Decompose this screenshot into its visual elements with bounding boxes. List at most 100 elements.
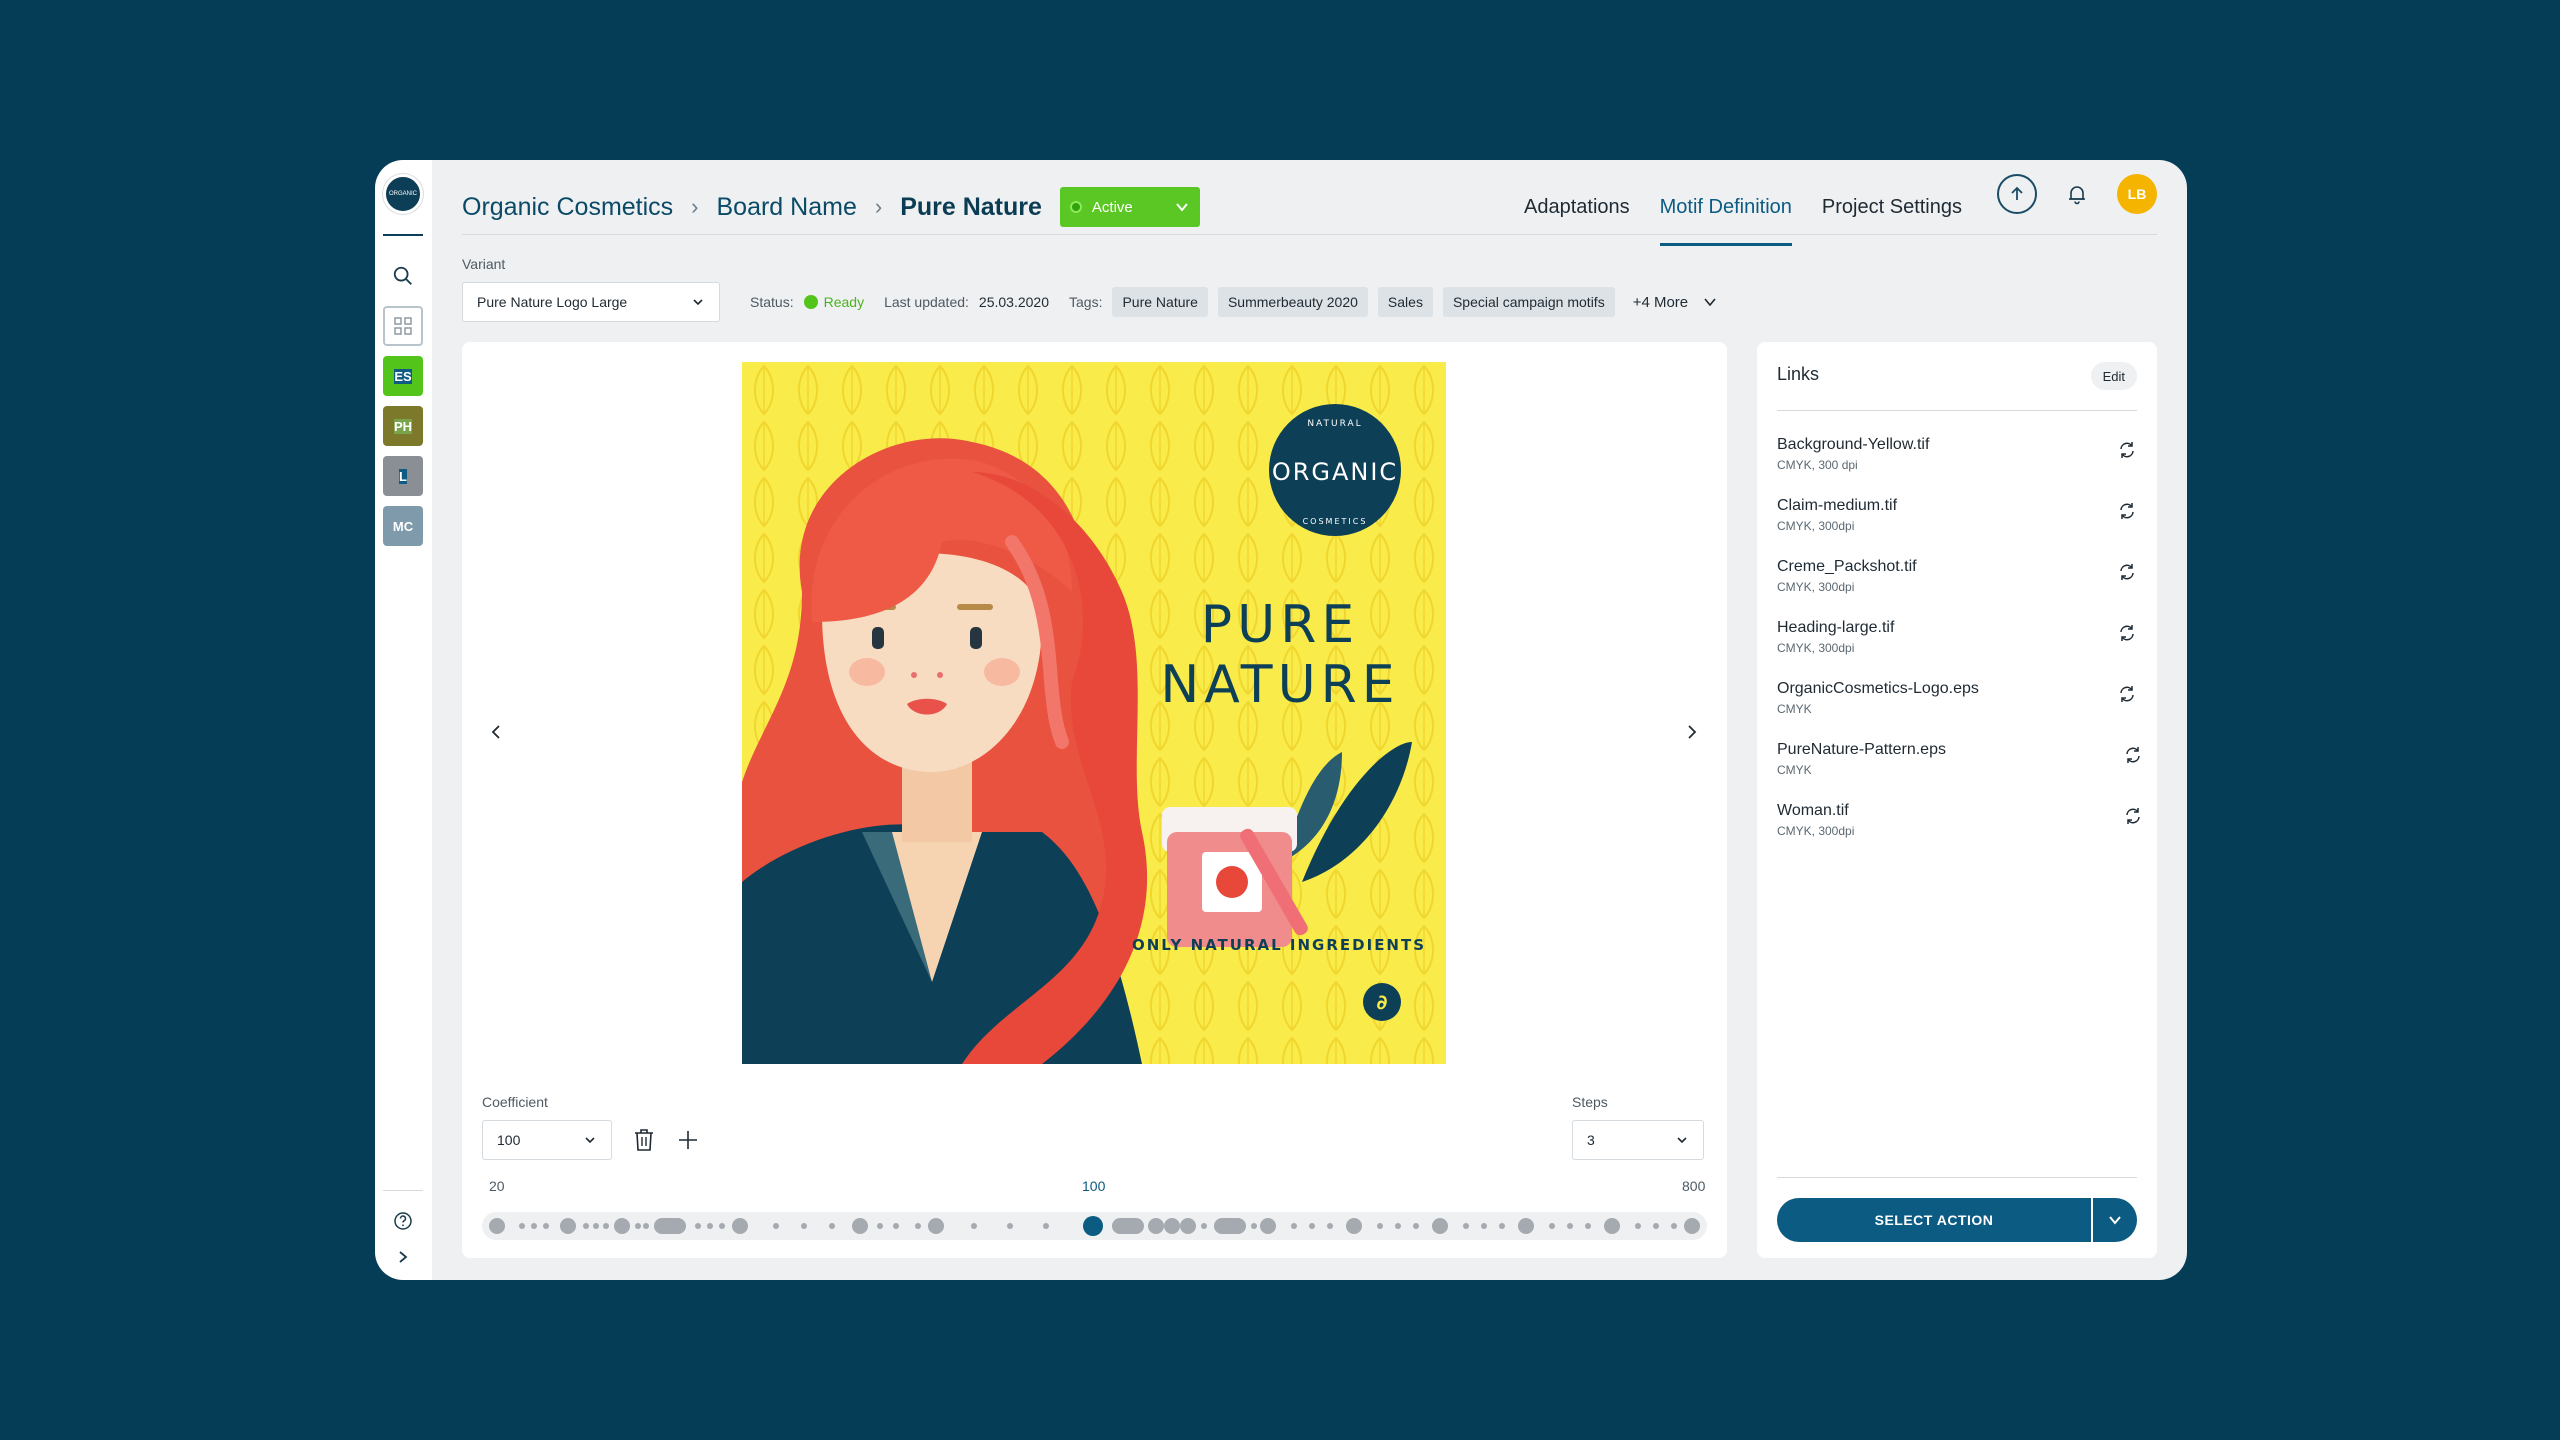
link-item[interactable]: Claim-medium.tif CMYK, 300dpi	[1777, 497, 2137, 547]
sync-icon[interactable]	[2117, 562, 2137, 582]
badge-bottom-text: COSMETICS	[1303, 517, 1368, 526]
link-item[interactable]: Woman.tif CMYK, 300dpi	[1777, 802, 2140, 852]
sidebar-item-edp[interactable]: EDP	[383, 556, 423, 596]
breadcrumb-chevron-icon: ›	[691, 194, 699, 219]
coefficient-select[interactable]: 100	[482, 1120, 612, 1160]
upload-button[interactable]	[1997, 174, 2037, 214]
sync-icon[interactable]	[2117, 623, 2137, 643]
brand-logo[interactable]: ORGANIC	[383, 174, 423, 214]
sidebar-item-mc[interactable]: MC	[383, 506, 423, 546]
ready-dot-icon	[803, 295, 818, 309]
tab-adaptations[interactable]: Adaptations	[1524, 182, 1630, 232]
breadcrumb: Organic Cosmetics › Board Name › Pure Na…	[462, 182, 1200, 232]
link-item[interactable]: Background-Yellow.tif CMYK, 300 dpi	[1777, 436, 2137, 486]
notifications-button[interactable]	[2057, 174, 2097, 214]
sidebar-item-label: MC	[392, 518, 414, 534]
link-name: Claim-medium.tif	[1777, 497, 1898, 514]
upload-icon	[2011, 186, 2023, 200]
chevron-down-icon	[1176, 203, 1188, 212]
breadcrumb-item-project[interactable]: Organic Cosmetics	[462, 193, 673, 222]
sidebar-divider	[383, 234, 423, 236]
breadcrumb-item-current: Pure Nature	[900, 192, 1042, 221]
tag-summerbeauty-2020[interactable]: Summerbeauty 2020	[1217, 287, 1368, 317]
select-action-dropdown[interactable]	[2091, 1198, 2137, 1242]
link-item[interactable]: Heading-large.tif CMYK, 300dpi	[1777, 619, 2137, 669]
link-item[interactable]: Creme_Packshot.tif CMYK, 300dpi	[1777, 558, 2137, 608]
sync-icon[interactable]	[2123, 806, 2143, 826]
tag-sales[interactable]: Sales	[1377, 287, 1433, 317]
tab-motif-definition[interactable]: Motif Definition	[1659, 182, 1793, 246]
sync-icon[interactable]	[2117, 501, 2137, 521]
expand-sidebar-button[interactable]	[383, 1242, 423, 1272]
chevron-down-icon	[2109, 1216, 2121, 1225]
link-meta: CMYK, 300 dpi	[1777, 458, 1858, 472]
plus-icon	[679, 1131, 697, 1149]
chevron-down-icon	[1704, 298, 1716, 307]
grid-icon	[394, 317, 412, 335]
select-action-button[interactable]: SELECT ACTION	[1777, 1198, 2091, 1242]
link-item[interactable]: OrganicCosmetics-Logo.eps CMYK	[1777, 680, 2137, 730]
status-dropdown[interactable]: Active	[1059, 187, 1200, 227]
sync-icon[interactable]	[2123, 745, 2143, 765]
link-name: Creme_Packshot.tif	[1777, 558, 1917, 575]
tab-project-settings[interactable]: Project Settings	[1822, 182, 1962, 232]
search-button[interactable]	[383, 256, 423, 296]
coefficient-slider[interactable]	[482, 1212, 1707, 1240]
chevron-down-icon	[583, 1133, 597, 1147]
artwork-preview[interactable]: NATURAL ORGANIC COSMETICS PURE NATURE ON…	[742, 362, 1446, 1064]
links-title: Links	[1777, 364, 1820, 384]
link-name: OrganicCosmetics-Logo.eps	[1777, 680, 1979, 697]
trash-icon	[635, 1129, 653, 1151]
next-button[interactable]	[1672, 712, 1712, 752]
more-tags-label: +4 More	[1632, 293, 1689, 311]
breadcrumb-item-board[interactable]: Board Name	[717, 193, 857, 222]
sidebar-item-ph[interactable]: PH	[383, 406, 423, 446]
artwork-illustration: NATURAL ORGANIC COSMETICS PURE NATURE ON…	[742, 362, 1446, 1064]
sync-icon[interactable]	[2117, 440, 2137, 460]
variant-select[interactable]: Pure Nature Logo Large	[462, 282, 720, 322]
coefficient-value: 100	[497, 1132, 521, 1148]
chevron-left-icon	[491, 725, 500, 739]
action-divider	[1777, 1177, 2137, 1178]
steps-select[interactable]: 3	[1572, 1120, 1704, 1160]
sidebar-item-l[interactable]: L	[383, 456, 423, 496]
grid-view-button[interactable]	[383, 306, 423, 346]
links-panel: Links Edit Background-Yellow.tif CMYK, 3…	[1757, 342, 2157, 1258]
headline-line-1: PURE	[1201, 595, 1359, 655]
ready-status: Ready	[803, 294, 864, 310]
breadcrumb-chevron-icon: ›	[874, 194, 883, 219]
previous-button[interactable]	[476, 712, 516, 752]
coefficient-label: Coefficient	[482, 1094, 548, 1110]
tag-pure-nature[interactable]: Pure Nature	[1112, 287, 1208, 317]
variant-selected-value: Pure Nature Logo Large	[477, 294, 628, 310]
tag-special-campaign-motifs[interactable]: Special campaign motifs	[1442, 287, 1615, 317]
tags-label: Tags:	[1069, 294, 1103, 310]
scale-max-label: 800	[1682, 1178, 1706, 1194]
badge-top-text: NATURAL	[1307, 419, 1362, 429]
edit-links-button[interactable]: Edit	[2090, 362, 2137, 390]
sidebar-item-es[interactable]: ES	[383, 356, 423, 396]
slider-steps	[489, 1216, 1700, 1236]
sync-icon[interactable]	[2117, 684, 2137, 704]
badge-main-text: ORGANIC	[1272, 458, 1398, 486]
sidebar-item-label: ES	[394, 368, 412, 384]
artwork-tagline: ONLY NATURAL INGREDIENTS	[1132, 936, 1426, 954]
main-panel: Organic Cosmetics › Board Name › Pure Na…	[432, 160, 2187, 1280]
help-button[interactable]	[383, 1206, 423, 1236]
steps-value: 3	[1587, 1132, 1595, 1148]
more-tags-button[interactable]: +4 More	[1633, 294, 1718, 311]
chevron-down-icon	[1675, 1133, 1689, 1147]
link-item[interactable]: PureNature-Pattern.eps CMYK	[1777, 741, 2140, 791]
sidebar-item-edt[interactable]: EDT	[383, 606, 423, 646]
header-actions: LB	[1997, 174, 2157, 214]
sidebar-item-ne[interactable]: NE	[383, 656, 423, 696]
link-name: Heading-large.tif	[1777, 619, 1895, 636]
scale-mid-label: 100	[1082, 1178, 1106, 1194]
link-name: Woman.tif	[1777, 802, 1849, 819]
delete-step-button[interactable]	[630, 1126, 658, 1154]
add-step-button[interactable]	[674, 1126, 702, 1154]
header-divider	[462, 234, 2157, 235]
search-icon	[393, 266, 412, 285]
updated-value: 25.03.2020	[978, 294, 1049, 310]
user-avatar[interactable]: LB	[2117, 174, 2157, 214]
